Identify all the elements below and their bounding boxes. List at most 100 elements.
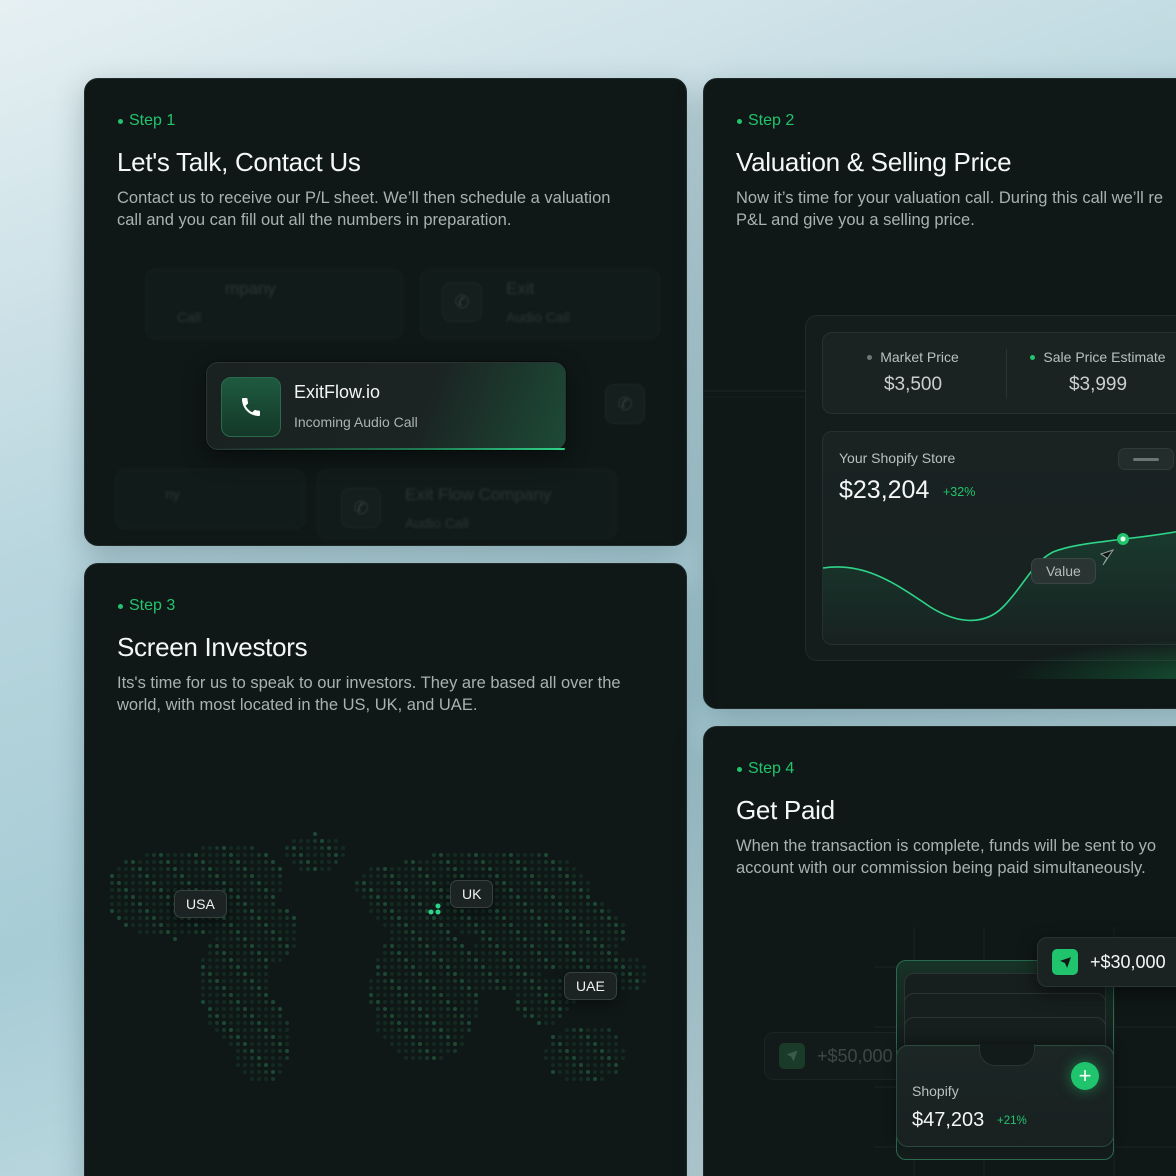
map-dot bbox=[558, 895, 562, 899]
map-dot bbox=[495, 986, 499, 990]
map-dot bbox=[145, 923, 149, 927]
map-dot bbox=[208, 1000, 212, 1004]
map-dot bbox=[432, 923, 436, 927]
map-dot bbox=[166, 853, 170, 857]
map-dot bbox=[194, 881, 198, 885]
map-dot bbox=[628, 986, 632, 990]
map-dot bbox=[208, 972, 212, 976]
map-dot bbox=[257, 972, 261, 976]
map-dot bbox=[166, 909, 170, 913]
map-dot bbox=[383, 1014, 387, 1018]
map-dot bbox=[271, 888, 275, 892]
map-dot bbox=[495, 853, 499, 857]
map-dot bbox=[446, 1021, 450, 1025]
map-dot bbox=[404, 888, 408, 892]
map-dot bbox=[600, 1035, 604, 1039]
map-dot bbox=[439, 993, 443, 997]
map-dot bbox=[271, 1077, 275, 1081]
map-dot bbox=[159, 881, 163, 885]
map-dot bbox=[600, 1056, 604, 1060]
map-dot bbox=[523, 972, 527, 976]
map-dot bbox=[565, 916, 569, 920]
map-dot bbox=[299, 853, 303, 857]
incoming-call-card[interactable]: ExitFlow.io Incoming Audio Call bbox=[206, 362, 566, 450]
map-dot bbox=[460, 930, 464, 934]
map-dot bbox=[271, 1021, 275, 1025]
map-dot bbox=[271, 895, 275, 899]
map-dot bbox=[411, 867, 415, 871]
map-dot bbox=[579, 1049, 583, 1053]
map-dot bbox=[299, 860, 303, 864]
map-dot bbox=[621, 986, 625, 990]
location-tag-uae[interactable]: UAE bbox=[564, 972, 617, 1000]
shopify-wallet[interactable]: Shopify $47,203 +21% + bbox=[896, 1044, 1114, 1147]
map-dot bbox=[180, 853, 184, 857]
map-dot bbox=[481, 923, 485, 927]
map-dot bbox=[236, 944, 240, 948]
map-dot bbox=[586, 1042, 590, 1046]
map-dot bbox=[257, 860, 261, 864]
map-dot bbox=[530, 972, 534, 976]
map-dot bbox=[453, 1000, 457, 1004]
map-dot bbox=[390, 937, 394, 941]
map-dot bbox=[390, 1021, 394, 1025]
map-dot bbox=[453, 1042, 457, 1046]
map-dot bbox=[257, 965, 261, 969]
map-dot bbox=[439, 888, 443, 892]
plus-icon[interactable]: + bbox=[1071, 1062, 1099, 1090]
location-tag-usa[interactable]: USA bbox=[174, 890, 227, 918]
map-dot bbox=[208, 881, 212, 885]
map-dot bbox=[383, 979, 387, 983]
map-dot bbox=[355, 888, 359, 892]
phone-icon[interactable] bbox=[221, 377, 281, 437]
map-dot bbox=[404, 923, 408, 927]
map-dot bbox=[215, 853, 219, 857]
map-dot bbox=[481, 909, 485, 913]
map-dot bbox=[404, 1056, 408, 1060]
map-dot bbox=[432, 937, 436, 941]
map-dot bbox=[453, 1014, 457, 1018]
description-line: account with our commission being paid s… bbox=[736, 859, 1146, 877]
map-dot bbox=[411, 916, 415, 920]
map-dot bbox=[565, 895, 569, 899]
map-dot bbox=[572, 1070, 576, 1074]
map-dot bbox=[425, 874, 429, 878]
map-dot bbox=[117, 867, 121, 871]
map-dot bbox=[411, 895, 415, 899]
map-dot bbox=[579, 1070, 583, 1074]
map-dot bbox=[446, 965, 450, 969]
map-dot bbox=[383, 1007, 387, 1011]
map-dot bbox=[404, 951, 408, 955]
map-dot bbox=[509, 972, 513, 976]
map-dot bbox=[187, 881, 191, 885]
map-dot bbox=[621, 930, 625, 934]
map-dot bbox=[572, 867, 576, 871]
map-dot bbox=[327, 867, 331, 871]
map-dot bbox=[439, 874, 443, 878]
map-dot bbox=[439, 1035, 443, 1039]
map-dot bbox=[138, 888, 142, 892]
map-dot bbox=[572, 881, 576, 885]
map-dot bbox=[152, 867, 156, 871]
map-dot bbox=[551, 1063, 555, 1067]
map-dot bbox=[439, 979, 443, 983]
map-dot bbox=[467, 972, 471, 976]
map-dot bbox=[243, 986, 247, 990]
map-dot bbox=[453, 867, 457, 871]
map-dot bbox=[523, 853, 527, 857]
map-dot bbox=[383, 958, 387, 962]
map-dot bbox=[285, 923, 289, 927]
map-dot bbox=[229, 916, 233, 920]
map-dot bbox=[481, 930, 485, 934]
map-dot bbox=[565, 944, 569, 948]
map-dot bbox=[453, 1028, 457, 1032]
map-dot bbox=[257, 1014, 261, 1018]
map-dot bbox=[418, 965, 422, 969]
map-dot bbox=[621, 923, 625, 927]
map-dot bbox=[404, 958, 408, 962]
map-dot bbox=[187, 930, 191, 934]
map-dot bbox=[292, 860, 296, 864]
map-dot bbox=[523, 867, 527, 871]
map-dot bbox=[439, 930, 443, 934]
location-tag-uk[interactable]: UK bbox=[450, 880, 494, 908]
